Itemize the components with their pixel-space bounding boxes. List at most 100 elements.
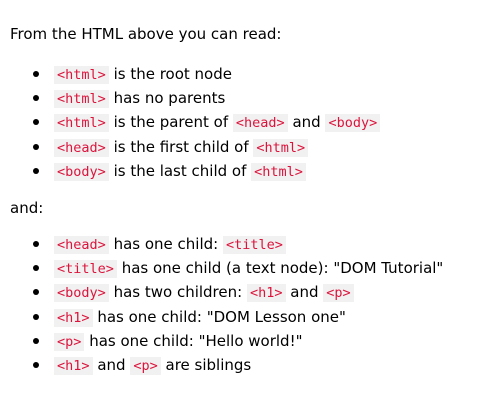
code-tag: <p> <box>130 356 161 375</box>
tag-name: html <box>65 91 98 108</box>
bullet-icon <box>33 361 39 368</box>
bullet-icon <box>33 119 39 126</box>
tag-open-bracket: < <box>57 139 66 156</box>
tag-open-bracket: < <box>57 261 66 278</box>
bullet-icon <box>33 71 39 77</box>
and-paragraph: and: <box>10 198 44 217</box>
tag-open-bracket: < <box>57 309 66 326</box>
tag-close-bracket: > <box>97 139 106 156</box>
tag-open-bracket: < <box>57 67 66 83</box>
item-text: has one child: <box>108 234 223 253</box>
tag-close-bracket: > <box>105 261 114 278</box>
tag-close-bracket: > <box>369 115 378 132</box>
bullet-icon <box>33 265 39 272</box>
bullet-icon <box>33 95 39 102</box>
tag-name: html <box>262 163 295 180</box>
tag-open-bracket: < <box>57 91 66 108</box>
code-tag: <head> <box>54 138 109 157</box>
list-item: <html> has no parents <box>10 86 495 110</box>
tag-close-bracket: > <box>342 285 351 302</box>
item-text: has one child (a text node): "DOM Tutori… <box>116 259 444 278</box>
tag-name: p <box>141 357 150 374</box>
code-tag: <p> <box>54 332 85 351</box>
tag-name: p <box>334 285 343 302</box>
item-text: has no parents <box>108 89 226 108</box>
tag-open-bracket: < <box>225 236 235 253</box>
code-tag: <title> <box>222 235 286 254</box>
code-tag: <h1> <box>246 284 286 303</box>
list-item: <head> is the first child of <html> <box>10 135 495 159</box>
bullet-icon <box>33 313 39 320</box>
tag-close-bracket: > <box>81 309 90 326</box>
item-text: is the first child of <box>108 137 254 156</box>
tag-close-bracket: > <box>97 163 106 180</box>
tutorial-content: From the HTML above you can read: <html>… <box>10 0 495 377</box>
tag-name: html <box>65 115 98 132</box>
bullet-icon <box>33 167 39 174</box>
tag-close-bracket: > <box>274 285 283 302</box>
item-text: has one child: "Hello world!" <box>84 331 303 350</box>
tag-name: head <box>65 139 98 156</box>
code-tag: <html> <box>54 114 109 133</box>
tag-name: body <box>336 115 370 132</box>
item-text: has one child: "DOM Lesson one" <box>92 307 346 326</box>
code-tag: <h1> <box>54 356 93 375</box>
list-item: <p> has one child: "Hello world!" <box>10 329 495 353</box>
item-text: is the parent of <box>108 113 233 132</box>
tag-close-bracket: > <box>97 236 106 253</box>
code-tag: <html> <box>251 162 306 181</box>
list-item: <h1> has one child: "DOM Lesson one" <box>10 305 495 329</box>
item-text: and <box>285 283 324 302</box>
tag-close-bracket: > <box>274 236 283 253</box>
tag-open-bracket: < <box>235 115 245 132</box>
tag-close-bracket: > <box>97 285 106 302</box>
code-tag: <p> <box>323 284 354 303</box>
tag-open-bracket: < <box>57 285 66 302</box>
item-text: is the root node <box>108 65 232 83</box>
code-tag: <head> <box>232 114 288 133</box>
bullet-icon <box>33 240 39 247</box>
list-item: <html> is the parent of <head> and <body… <box>10 110 495 134</box>
tag-open-bracket: < <box>328 115 337 132</box>
item-text: and <box>287 113 326 132</box>
tag-name: h1 <box>65 309 82 326</box>
list-item: <body> is the last child of <html> <box>10 159 495 183</box>
tag-name: body <box>65 285 98 302</box>
tag-close-bracket: > <box>294 163 303 180</box>
list-item: <title> has one child (a text node): "DO… <box>10 256 495 280</box>
code-tag: <html> <box>54 66 109 84</box>
dom-children-list: <head> has one child: <title> <title> has… <box>10 232 495 377</box>
tag-close-bracket: > <box>297 139 306 156</box>
tag-close-bracket: > <box>149 357 158 374</box>
list-item: <body> has two children: <h1> and <p> <box>10 280 495 304</box>
tag-close-bracket: > <box>81 357 90 374</box>
code-tag: <head> <box>54 235 109 254</box>
code-tag: <title> <box>54 260 117 279</box>
tag-open-bracket: < <box>57 236 66 253</box>
intro-paragraph: From the HTML above you can read: <box>10 25 282 43</box>
tag-open-bracket: < <box>57 333 66 350</box>
tag-open-bracket: < <box>256 139 265 156</box>
code-tag: <h1> <box>54 308 93 327</box>
item-text: and <box>92 355 131 374</box>
tag-close-bracket: > <box>276 115 285 132</box>
tag-name: h1 <box>65 357 82 374</box>
tag-name: head <box>244 115 277 132</box>
tag-name: body <box>65 163 98 180</box>
code-tag: <body> <box>325 114 381 133</box>
list-item: <h1> and <p> are siblings <box>10 353 495 377</box>
list-item: <html> is the root node <box>10 62 495 86</box>
tag-close-bracket: > <box>73 333 82 350</box>
tag-close-bracket: > <box>97 115 106 132</box>
tag-open-bracket: < <box>57 163 66 180</box>
code-tag: <html> <box>253 138 309 157</box>
code-tag: <body> <box>54 162 109 181</box>
tag-open-bracket: < <box>249 285 259 302</box>
item-text: has two children: <box>108 283 247 302</box>
tag-name: title <box>234 236 275 253</box>
dom-relationships-list: <html> is the root node <html> has no par… <box>10 62 495 183</box>
bullet-icon <box>33 143 39 150</box>
tag-open-bracket: < <box>57 115 66 132</box>
tag-name: html <box>65 67 98 83</box>
tag-name: title <box>65 261 106 278</box>
